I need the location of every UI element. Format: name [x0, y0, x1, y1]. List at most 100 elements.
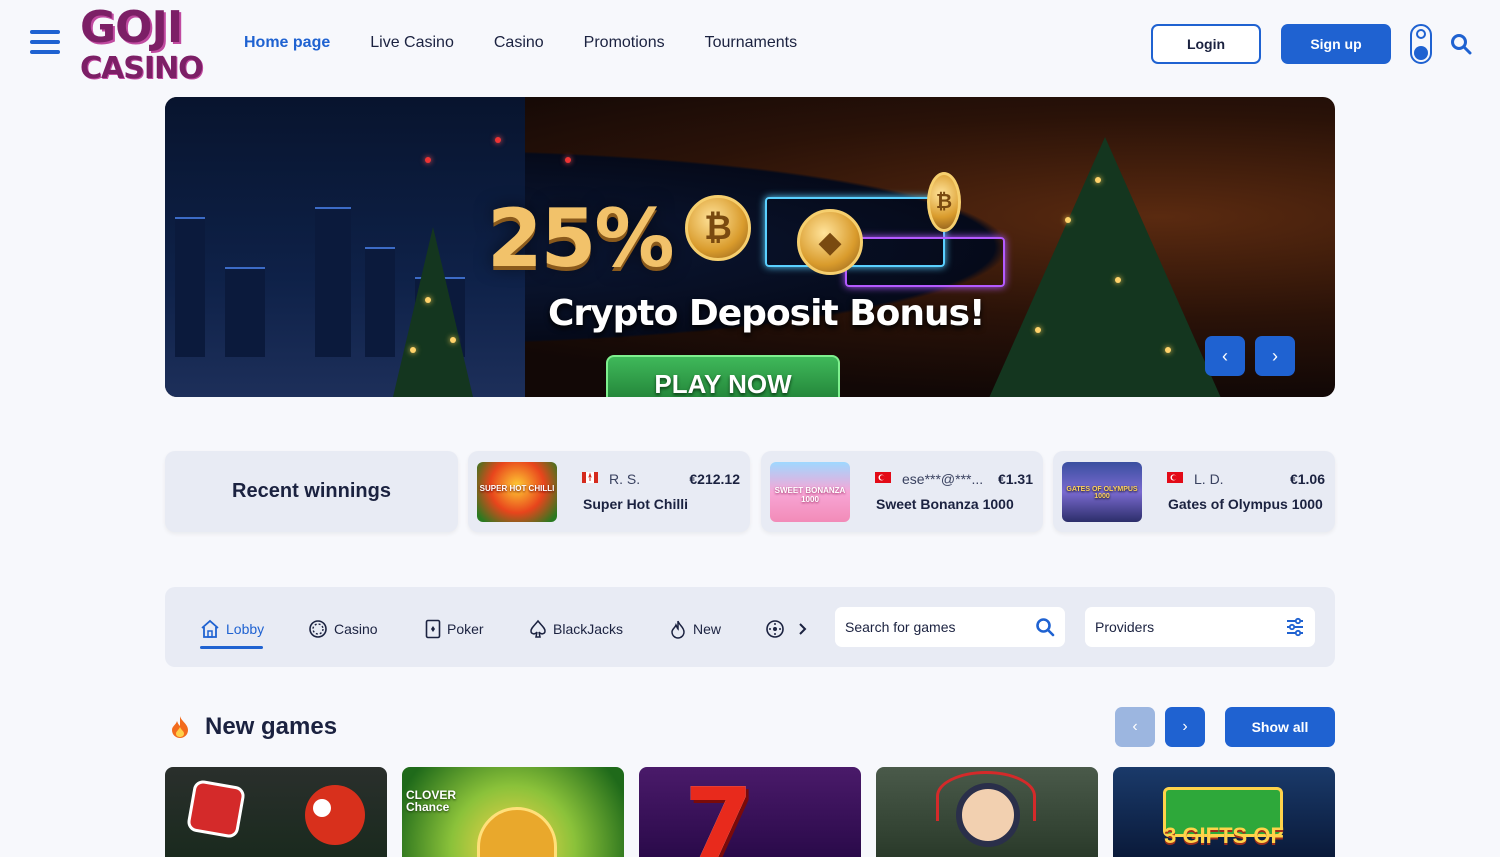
win-card[interactable]: SWEET BONANZA 1000 ese***@***... €1.31 S…: [761, 451, 1043, 532]
tab-label: Casino: [334, 621, 378, 637]
bonus-percent: 25%: [487, 192, 674, 285]
game-search[interactable]: [835, 607, 1065, 647]
bitcoin-coin-icon: ₿: [685, 195, 751, 261]
seven-symbol: 7: [684, 767, 754, 857]
spade-icon: [530, 619, 546, 638]
christmas-tree: [985, 137, 1225, 397]
light: [1065, 217, 1071, 223]
thumb-label: SWEET BONANZA 1000: [774, 486, 846, 504]
nav-promotions[interactable]: Promotions: [584, 34, 665, 52]
active-tab-indicator: [200, 646, 263, 649]
logo[interactable]: GOJI CASINO: [80, 2, 204, 90]
show-all-button[interactable]: Show all: [1225, 707, 1335, 747]
filter-sliders-icon: [1287, 617, 1303, 637]
light: [1035, 327, 1041, 333]
menu-burger-icon[interactable]: [30, 30, 60, 58]
search-input[interactable]: [845, 607, 1025, 647]
building: [315, 207, 351, 357]
tab-label: Poker: [447, 621, 484, 637]
tab-label: New: [693, 621, 722, 637]
theme-toggle[interactable]: [1410, 24, 1432, 64]
light: [425, 157, 431, 163]
recent-winnings-title: Recent winnings: [165, 451, 458, 532]
chevron-right-icon[interactable]: [797, 622, 809, 636]
light: [565, 157, 571, 163]
turkey-flag-icon: [875, 472, 891, 483]
new-games-prev-button[interactable]: ‹: [1115, 707, 1155, 747]
logo-line-2: CASINO: [80, 51, 204, 86]
canada-flag-icon: [582, 472, 598, 483]
tab-lobby[interactable]: Lobby: [200, 618, 264, 640]
providers-filter[interactable]: Providers: [1085, 607, 1315, 647]
chicken-eye: [313, 799, 331, 817]
building: [365, 247, 395, 357]
fire-icon: [172, 716, 188, 738]
light: [410, 347, 416, 353]
login-button[interactable]: Login: [1151, 24, 1261, 64]
bitcoin-coin-icon: ₿: [927, 172, 961, 232]
win-card[interactable]: SUPER HOT CHILLI R. S. €212.12 Super Hot…: [468, 451, 750, 532]
thumb-label: GATES OF OLYMPUS 1000: [1066, 486, 1138, 500]
pot-of-gold: [477, 807, 557, 857]
turkey-flag-icon: [1167, 472, 1183, 483]
flame-icon: [671, 620, 685, 639]
game-thumbnail: SWEET BONANZA 1000: [770, 462, 850, 522]
winner-name: R. S.: [609, 471, 641, 487]
game-name: Sweet Bonanza 1000: [876, 496, 1014, 512]
home-icon: [201, 619, 219, 638]
tab-blackjacks[interactable]: BlackJacks: [529, 618, 623, 640]
play-now-button[interactable]: PLAY NOW: [606, 355, 840, 397]
toggle-knob: [1414, 46, 1428, 60]
tile-caption: 3 GIFTS OF: [1164, 823, 1284, 848]
search-icon[interactable]: [1035, 617, 1055, 637]
nav-tournaments[interactable]: Tournaments: [705, 34, 798, 52]
game-name: Gates of Olympus 1000: [1168, 496, 1323, 512]
search-icon[interactable]: [1450, 33, 1472, 55]
win-card[interactable]: GATES OF OLYMPUS 1000 L. D. €1.06 Gates …: [1053, 451, 1335, 532]
nav-live-casino[interactable]: Live Casino: [370, 34, 454, 52]
tab-more[interactable]: [765, 618, 809, 640]
stop-sign: [185, 778, 247, 840]
chicken-mascot: [305, 785, 365, 845]
building: [225, 267, 265, 357]
site-header: GOJI CASINO Home page Live Casino Casino…: [0, 0, 1500, 88]
tab-label: Lobby: [226, 621, 265, 637]
ethereum-coin-icon: ◆: [797, 209, 863, 275]
light: [1095, 177, 1101, 183]
light: [1165, 347, 1171, 353]
category-bar: Lobby Casino Poker BlackJacks New Provid…: [165, 587, 1335, 667]
win-amount: €1.06: [1289, 471, 1325, 487]
banner-prev-button[interactable]: ‹: [1205, 336, 1245, 376]
providers-label: Providers: [1095, 619, 1155, 635]
signup-button[interactable]: Sign up: [1281, 24, 1391, 64]
sun-icon: [1416, 29, 1426, 39]
casino-chip-icon: [309, 620, 327, 638]
banner-next-button[interactable]: ›: [1255, 336, 1295, 376]
game-thumbnail: GATES OF OLYMPUS 1000: [1062, 462, 1142, 522]
game-name: Super Hot Chilli: [583, 496, 688, 512]
winner-name: L. D.: [1194, 471, 1224, 487]
logo-line-1: GOJI: [80, 2, 183, 53]
neon-circuit: [845, 237, 1005, 287]
tab-new[interactable]: New: [669, 618, 721, 640]
new-games-title: New games: [205, 713, 338, 740]
tab-label: BlackJacks: [553, 621, 624, 637]
new-games-next-button[interactable]: ›: [1165, 707, 1205, 747]
winner-name: ese***@***...: [902, 471, 984, 487]
banner-headline: Crypto Deposit Bonus!: [548, 293, 985, 334]
game-thumbnail: SUPER HOT CHILLI: [477, 462, 557, 522]
promo-banner[interactable]: ₿ ◆ ₿ 25% Crypto Deposit Bonus! PLAY NOW…: [165, 97, 1335, 397]
thumb-label: SUPER HOT CHILLI: [479, 484, 555, 493]
nav-casino[interactable]: Casino: [494, 34, 544, 52]
light: [1115, 277, 1121, 283]
heart-outline: [936, 771, 1036, 821]
tile-caption: CLOVER Chance: [406, 788, 457, 814]
tab-casino[interactable]: Casino: [308, 618, 378, 640]
nav-home[interactable]: Home page: [244, 34, 330, 52]
christmas-tree: [393, 227, 473, 397]
tab-poker[interactable]: Poker: [425, 618, 484, 640]
win-amount: €1.31: [997, 471, 1033, 487]
win-amount: €212.12: [689, 471, 740, 487]
more-categories-icon: [766, 620, 784, 638]
building: [175, 217, 205, 357]
